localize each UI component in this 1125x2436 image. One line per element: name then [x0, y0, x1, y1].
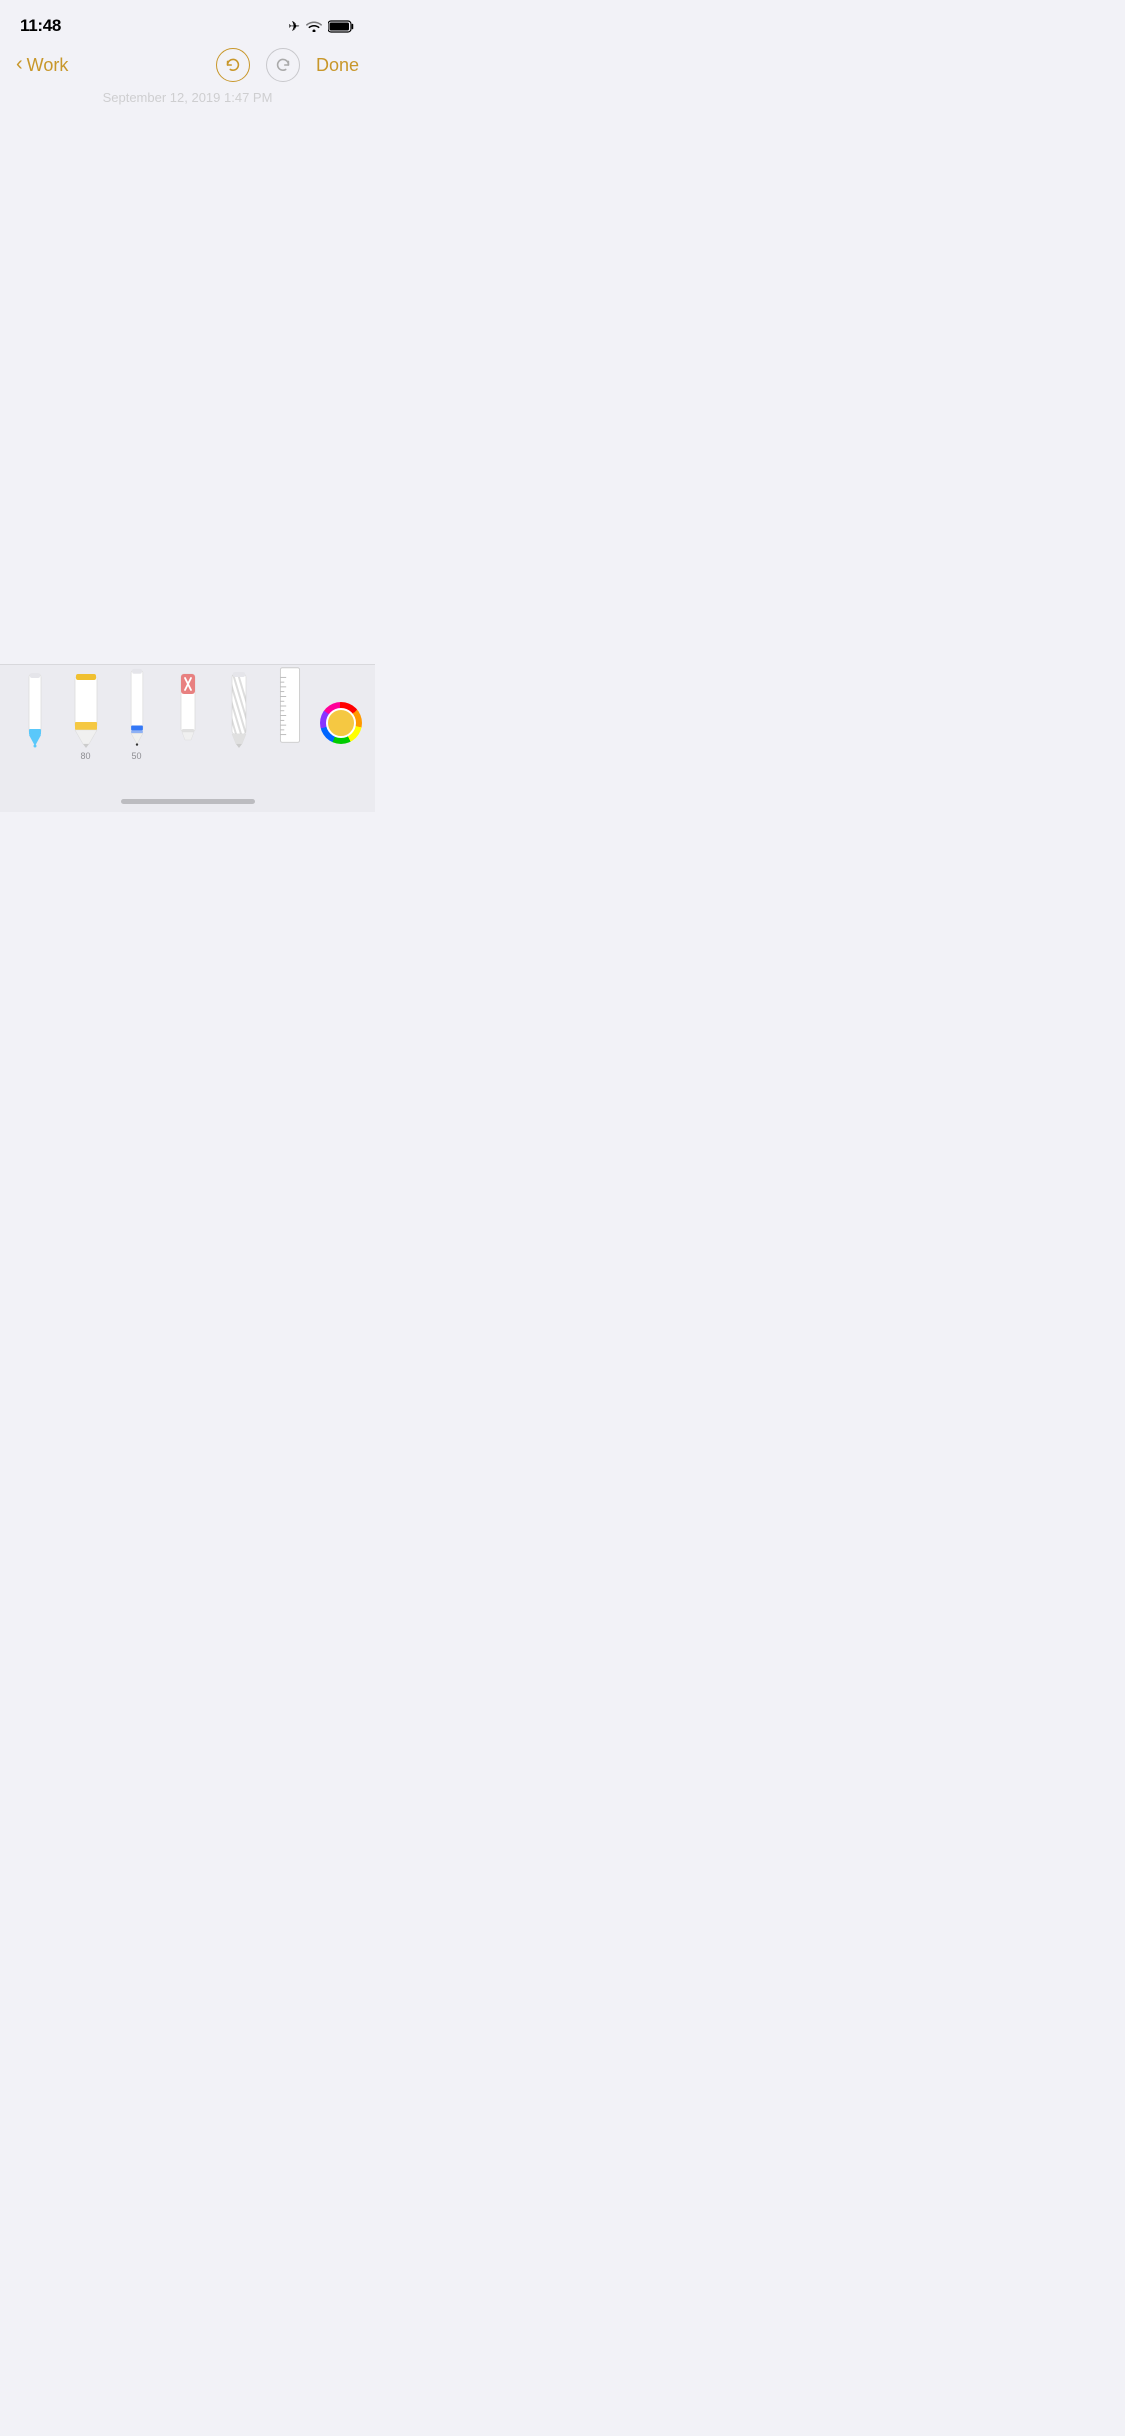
color-picker-wrapper[interactable] — [316, 693, 365, 753]
color-picker-inner — [326, 708, 356, 738]
app-screen: 11:48 ✈ ‹ Work — [0, 0, 375, 812]
undo-button[interactable] — [216, 48, 250, 82]
back-chevron-icon: ‹ — [16, 54, 23, 74]
pencil-tool[interactable]: 50 — [112, 663, 161, 763]
status-icons: ✈ — [288, 18, 355, 35]
drawing-canvas[interactable] — [0, 107, 375, 664]
airplane-icon: ✈ — [288, 18, 300, 35]
pencil-tool-label: 50 — [131, 751, 141, 763]
redo-button[interactable] — [266, 48, 300, 82]
home-indicator — [121, 799, 255, 804]
color-picker-button[interactable] — [320, 702, 362, 744]
marker-tool[interactable]: 80 — [61, 663, 110, 763]
marker-tool-icon — [67, 664, 105, 749]
pen-tool[interactable] — [10, 663, 59, 763]
ruler-tool[interactable] — [265, 663, 314, 763]
status-bar: 11:48 ✈ — [0, 0, 375, 44]
date-watermark: September 12, 2019 1:47 PM — [0, 88, 375, 107]
lasso-tool[interactable] — [214, 663, 263, 763]
pen-tool-icon — [19, 664, 51, 749]
wifi-icon — [306, 20, 322, 32]
tools-row: 80 50 — [0, 665, 375, 775]
lasso-tool-icon — [222, 664, 256, 749]
eraser-tool[interactable] — [163, 663, 212, 763]
ruler-tool-icon — [272, 663, 308, 749]
nav-bar: ‹ Work Done — [0, 44, 375, 88]
marker-tool-label: 80 — [80, 751, 90, 763]
battery-icon — [328, 20, 355, 33]
done-button[interactable]: Done — [316, 55, 359, 76]
back-label: Work — [27, 55, 69, 76]
back-button[interactable]: ‹ Work — [16, 55, 68, 76]
nav-actions: Done — [216, 48, 359, 82]
drawing-toolbar: 80 50 — [0, 664, 375, 812]
status-time: 11:48 — [20, 16, 61, 36]
redo-icon — [274, 56, 292, 74]
eraser-tool-icon — [171, 664, 205, 749]
undo-icon — [224, 56, 242, 74]
pencil-tool-icon — [121, 663, 153, 749]
